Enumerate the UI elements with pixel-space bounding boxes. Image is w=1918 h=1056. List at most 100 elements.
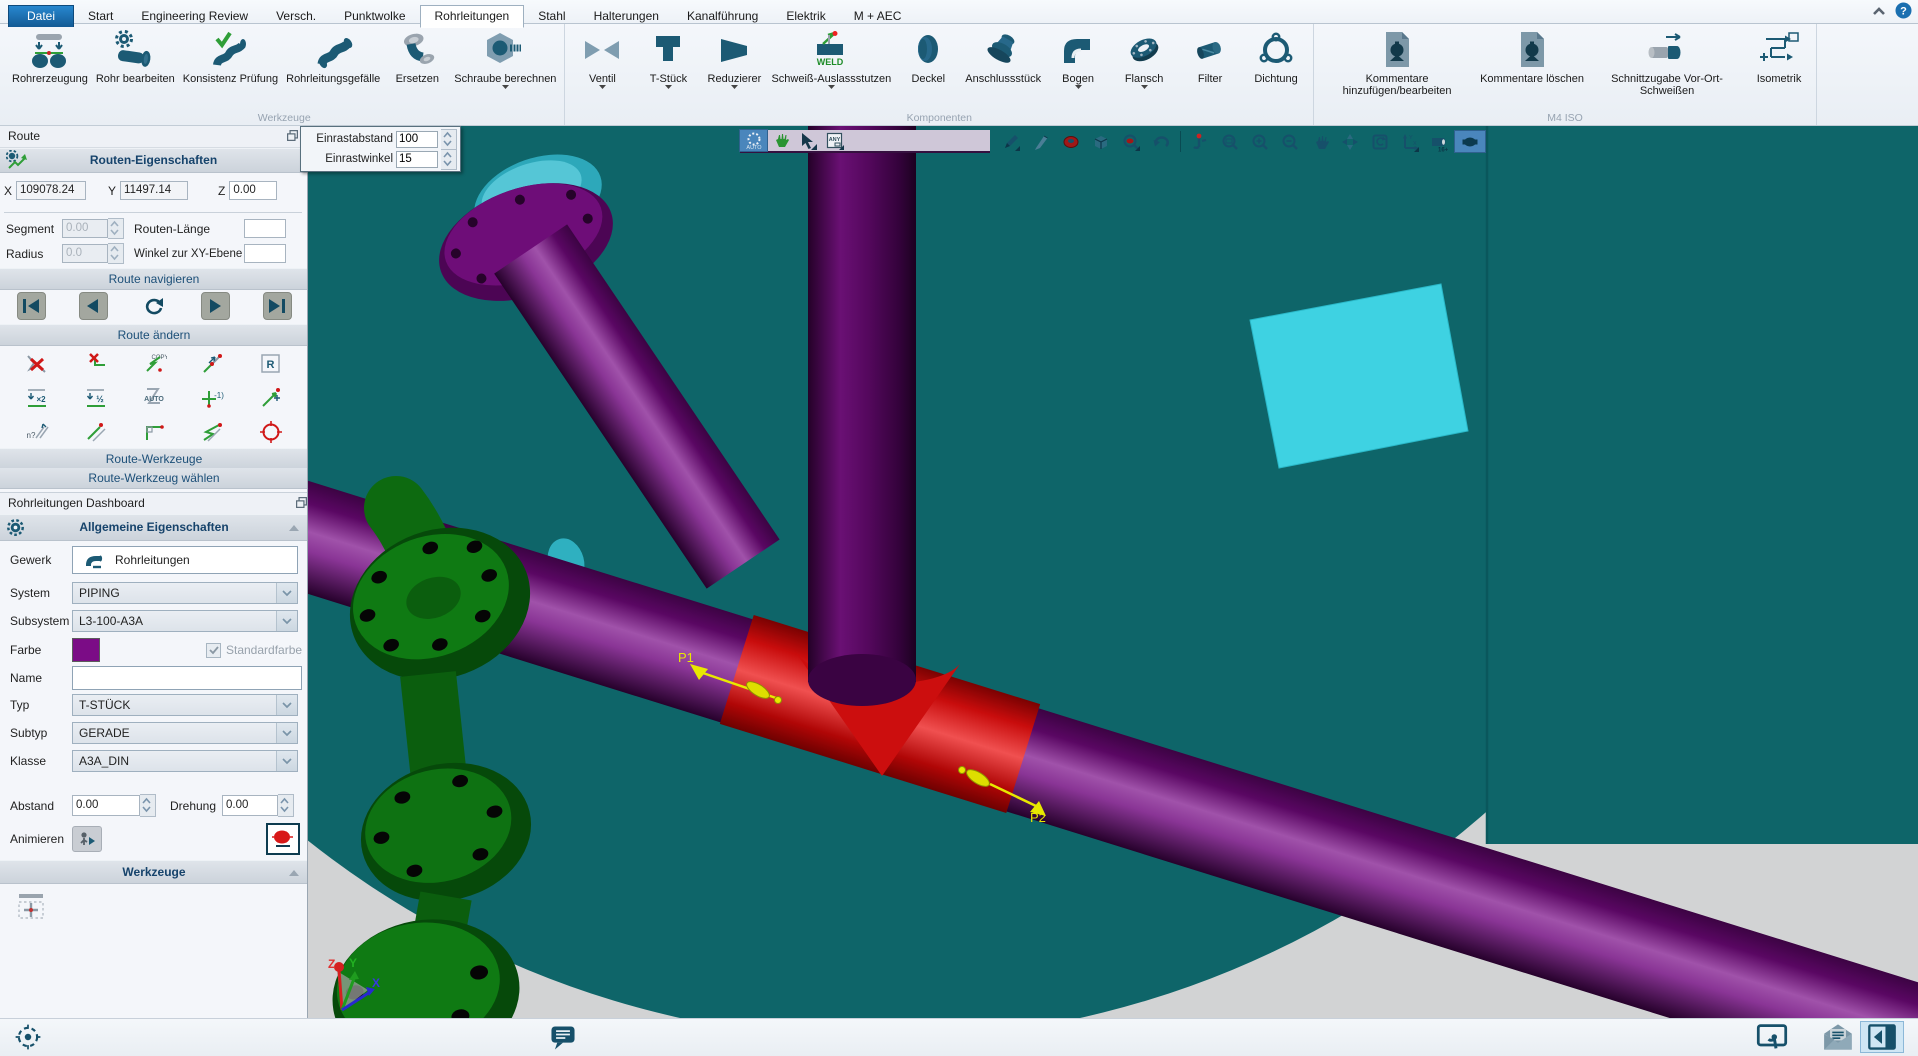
zoom-component-button[interactable] — [1116, 131, 1146, 152]
float-panel-icon[interactable] — [286, 129, 299, 142]
snap-distance-input[interactable] — [396, 130, 438, 148]
zoom-out-button[interactable] — [1275, 131, 1305, 152]
dropdown-arrow-icon[interactable] — [598, 85, 606, 93]
segments-half-button[interactable]: ½ — [82, 384, 110, 412]
system-select[interactable]: PIPING — [72, 582, 298, 604]
delete-route-button[interactable] — [23, 350, 51, 378]
ribbon-konsistenz-prüfung-button[interactable]: Konsistenz Prüfung — [179, 25, 282, 85]
ribbon-t-stück-button[interactable]: T-Stück — [635, 25, 701, 93]
pump-component-button[interactable] — [266, 823, 300, 855]
ribbon-rohr-bearbeiten-button[interactable]: Rohr bearbeiten — [92, 25, 179, 85]
pan-hand-green-button[interactable] — [767, 130, 794, 151]
insert-point-button[interactable] — [257, 384, 285, 412]
ribbon-deckel-button[interactable]: Deckel — [895, 25, 961, 85]
drehung-spinner[interactable] — [278, 794, 295, 817]
menu-tab-punktwolke[interactable]: Punktwolke — [330, 6, 419, 27]
copy-route-button[interactable]: COPY — [140, 350, 168, 378]
x-input[interactable]: 109078.24 — [16, 181, 87, 200]
undo-button[interactable] — [1146, 131, 1176, 152]
ribbon-bogen-button[interactable]: Bogen — [1045, 25, 1111, 93]
radius-spinner[interactable] — [108, 243, 124, 264]
menu-tab-kanalfuehrung[interactable]: Kanalführung — [673, 6, 772, 27]
menu-tab-m-aec[interactable]: M + AEC — [840, 6, 916, 27]
subtyp-select[interactable]: GERADE — [72, 722, 298, 744]
ribbon-kommentare-hinzufügen-bearbeiten-button[interactable]: Kommentare hinzufügen/bearbeiten — [1318, 25, 1476, 97]
abstand-spinner[interactable] — [140, 794, 156, 817]
rotate-view-button[interactable] — [1365, 131, 1395, 152]
z-input[interactable]: 0.00 — [229, 181, 278, 200]
mail-icon[interactable] — [1822, 1023, 1854, 1051]
drehung-input[interactable]: 0.00 — [222, 795, 279, 816]
radius-edit-button[interactable]: R — [257, 350, 285, 378]
orbit-button[interactable] — [1335, 131, 1365, 152]
navigator-icon[interactable] — [14, 1023, 42, 1051]
ribbon-flansch-button[interactable]: Flansch — [1111, 25, 1177, 93]
box-select-button[interactable] — [1086, 131, 1116, 152]
move-parallel-button[interactable] — [82, 418, 110, 446]
ribbon-ersetzen-button[interactable]: Ersetzen — [384, 25, 450, 85]
snap-distance-spinner[interactable] — [441, 128, 457, 150]
ribbon-isometrik-button[interactable]: Isometrik — [1746, 25, 1812, 85]
ribbon-schraube-berechnen-button[interactable]: Schraube berechnen — [450, 25, 560, 93]
klasse-select[interactable]: A3A_DIN — [72, 750, 298, 772]
zoom-window-button[interactable] — [1215, 131, 1245, 152]
menu-tab-datei[interactable]: Datei — [8, 5, 75, 27]
route-properties-header[interactable]: Routen-Eigenschaften — [0, 148, 307, 173]
nav-refresh-button[interactable] — [141, 293, 168, 319]
snap-target-button[interactable] — [257, 418, 285, 446]
select-cursor-button[interactable] — [794, 130, 821, 151]
dropdown-arrow-icon[interactable] — [664, 85, 672, 93]
connection-tool-icon[interactable] — [14, 892, 48, 922]
square-corner-button[interactable] — [140, 418, 168, 446]
valve-mode-button[interactable] — [1454, 130, 1486, 153]
typ-select[interactable]: T-STÜCK — [72, 694, 298, 716]
nav-first-button[interactable] — [16, 292, 46, 320]
dropdown-arrow-icon[interactable] — [501, 85, 509, 93]
animate-button[interactable] — [72, 826, 102, 852]
ribbon-kommentare-löschen-button[interactable]: Kommentare löschen — [1476, 25, 1588, 85]
nav-last-button[interactable] — [262, 292, 292, 320]
snap-angle-input[interactable] — [396, 150, 438, 168]
viewport-3d[interactable]: P1 P2 Z Y X AUTO ANY Y X 16+ — [308, 126, 1918, 1018]
pick-point-button[interactable] — [1185, 131, 1215, 152]
ribbon-schnittzugabe-vor-ort-schweißen-button[interactable]: Schnittzugabe Vor-Ort-Schweißen — [1588, 25, 1746, 97]
zoom-in-button[interactable] — [1245, 131, 1275, 152]
float-dashboard-icon[interactable] — [295, 496, 307, 509]
draw-pencil-button[interactable] — [996, 131, 1026, 152]
dropdown-arrow-icon[interactable] — [1074, 85, 1082, 93]
any-filter-button[interactable]: ANY — [821, 130, 848, 151]
scene-3d[interactable]: P1 P2 Z Y X — [308, 126, 1918, 1018]
pipe-detail-button[interactable]: 16+ — [1425, 131, 1455, 152]
menu-tab-elektrik[interactable]: Elektrik — [772, 6, 839, 27]
dropdown-arrow-icon[interactable] — [1140, 85, 1148, 93]
name-input[interactable] — [72, 666, 302, 690]
standard-color-checkbox[interactable] — [206, 642, 221, 658]
help-icon[interactable]: ? — [1895, 2, 1912, 19]
menu-tab-halterungen[interactable]: Halterungen — [580, 6, 673, 27]
snap-angle-spinner[interactable] — [441, 148, 457, 170]
touch-screen-icon[interactable] — [1756, 1023, 1788, 1051]
chat-icon[interactable] — [548, 1023, 578, 1053]
component-torus-button[interactable] — [1056, 131, 1086, 152]
ribbon-ventil-button[interactable]: Ventil — [569, 25, 635, 93]
collapse-panel-icon[interactable] — [1860, 1021, 1904, 1053]
radius-input[interactable]: 0.0 — [62, 244, 108, 263]
auto-route-mode-button[interactable]: AUTO — [739, 129, 768, 152]
menu-tab-start[interactable]: Start — [74, 6, 127, 27]
nav-previous-button[interactable] — [78, 292, 108, 320]
delete-corner-button[interactable] — [82, 350, 110, 378]
collapse-section-icon[interactable] — [288, 524, 300, 532]
pan-hand-button[interactable] — [1305, 131, 1335, 152]
vessel-body[interactable] — [1487, 126, 1918, 844]
menu-tab-stahl[interactable]: Stahl — [524, 6, 579, 27]
ribbon-anschlussstück-button[interactable]: Anschlussstück — [961, 25, 1045, 85]
axis-view-button[interactable]: YX — [1395, 131, 1425, 152]
dropdown-arrow-icon[interactable] — [827, 85, 835, 93]
segment-input[interactable]: 0.00 — [62, 219, 108, 238]
dropdown-arrow-icon[interactable] — [730, 85, 738, 93]
general-properties-header[interactable]: Allgemeine Eigenschaften — [0, 514, 307, 541]
kink-segment-button[interactable] — [198, 418, 226, 446]
route-tool-select-header[interactable]: Route-Werkzeug wählen — [0, 468, 307, 489]
abstand-input[interactable]: 0.00 — [72, 795, 140, 816]
collapse-tools-icon[interactable] — [288, 869, 300, 877]
